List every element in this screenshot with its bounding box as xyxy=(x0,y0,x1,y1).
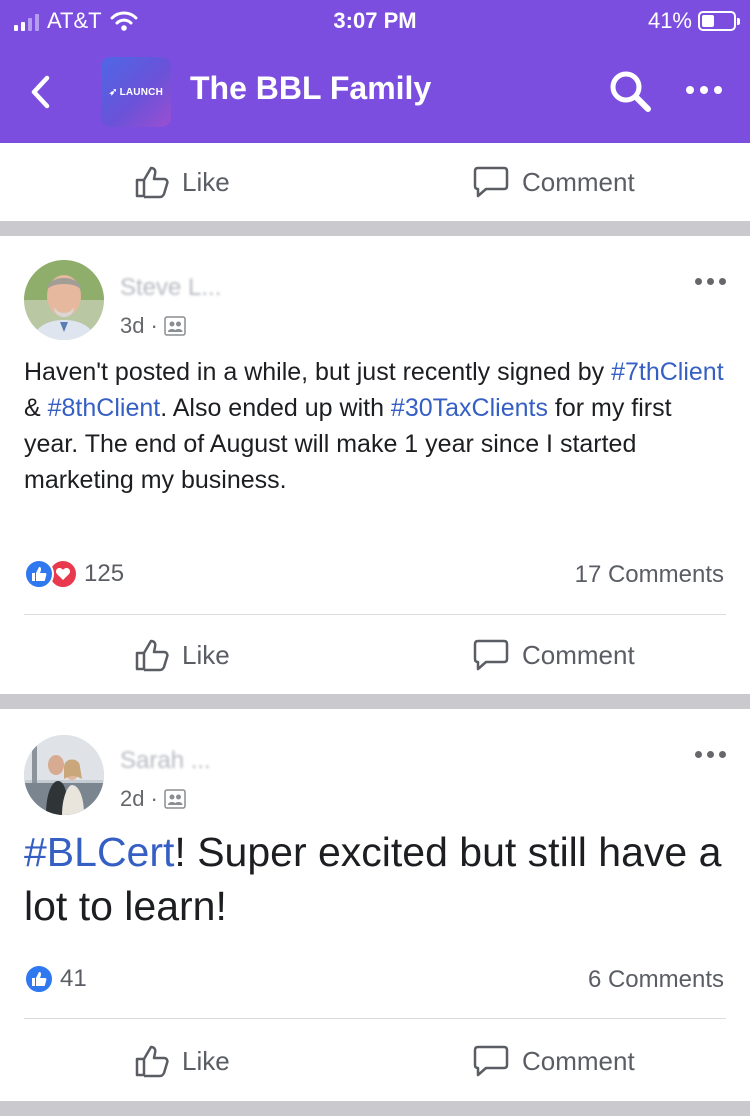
thumbs-up-icon xyxy=(135,166,169,199)
nav-bar: ➶ LAUNCH The BBL Family xyxy=(0,40,750,143)
action-bar: Like Comment xyxy=(0,616,750,694)
hashtag-link[interactable]: #7thClient xyxy=(611,358,724,386)
post-meta: 2d · xyxy=(120,786,186,812)
thumbs-up-icon xyxy=(135,639,169,672)
reaction-count: 125 xyxy=(84,560,125,587)
thumbs-up-icon xyxy=(135,1045,169,1078)
comment-bubble-icon xyxy=(473,166,509,198)
post-card: Sarah ... 2d · #BLCert! Super excited bu… xyxy=(0,709,750,1101)
post-time[interactable]: 2d xyxy=(120,786,144,812)
reaction-icons xyxy=(24,964,54,994)
reaction-summary[interactable]: 125 xyxy=(24,559,124,589)
author-name[interactable]: Steve L... xyxy=(120,274,221,302)
group-title[interactable]: The BBL Family xyxy=(190,70,431,107)
reaction-summary[interactable]: 41 xyxy=(24,964,87,994)
comment-bubble-icon xyxy=(473,639,509,671)
group-avatar[interactable]: ➶ LAUNCH xyxy=(101,57,171,127)
comment-button[interactable]: Comment xyxy=(472,1022,635,1100)
group-members-icon xyxy=(164,316,186,336)
post-time[interactable]: 3d xyxy=(120,313,144,339)
group-avatar-text: LAUNCH xyxy=(119,86,163,98)
previous-post-card: Like Comment xyxy=(0,143,750,221)
like-button[interactable]: Like xyxy=(134,143,230,221)
post-text: #BLCert! Super excited but still have a … xyxy=(24,825,726,933)
comment-label: Comment xyxy=(522,639,635,670)
more-icon[interactable] xyxy=(686,86,722,94)
app-header: AT&T 3:07 PM 41% ➶ LAUNCH The BBL Family xyxy=(0,0,750,143)
rocket-icon: ➶ xyxy=(108,86,118,98)
battery-fill xyxy=(702,15,715,27)
comment-button[interactable]: Comment xyxy=(472,143,635,221)
comment-label: Comment xyxy=(522,1045,635,1076)
like-button[interactable]: Like xyxy=(134,616,230,694)
like-button[interactable]: Like xyxy=(134,1022,230,1100)
post-text: Haven't posted in a while, but just rece… xyxy=(24,354,726,498)
hashtag-link[interactable]: #BLCert xyxy=(24,829,174,875)
search-button[interactable] xyxy=(607,68,653,114)
status-right: 41% xyxy=(647,8,740,34)
reaction-count: 41 xyxy=(60,965,87,992)
battery-percent: 41% xyxy=(647,8,692,33)
like-label: Like xyxy=(182,1045,230,1076)
meta-separator: · xyxy=(150,786,158,811)
action-bar: Like Comment xyxy=(0,143,750,221)
post-meta: 3d · xyxy=(120,313,186,339)
author-avatar[interactable] xyxy=(24,735,104,815)
text-segment: Haven't posted in a while, but just rece… xyxy=(24,358,612,386)
hashtag-link[interactable]: #8thClient xyxy=(48,394,161,422)
hashtag-link[interactable]: #30TaxClients xyxy=(391,394,548,422)
comment-button[interactable]: Comment xyxy=(472,616,635,694)
comments-count-link[interactable]: 17 Comments xyxy=(575,561,724,589)
divider xyxy=(24,1018,726,1019)
like-label: Like xyxy=(182,639,230,670)
status-bar: AT&T 3:07 PM 41% xyxy=(0,0,750,40)
text-segment: . Also ended up with xyxy=(160,394,391,422)
back-button[interactable] xyxy=(20,70,60,114)
comment-label: Comment xyxy=(522,166,635,197)
post-options-icon[interactable] xyxy=(695,751,726,758)
meta-separator: · xyxy=(150,313,158,338)
battery-icon xyxy=(698,11,740,31)
author-avatar[interactable] xyxy=(24,260,104,340)
text-segment: & xyxy=(24,394,48,422)
like-label: Like xyxy=(182,166,230,197)
divider xyxy=(24,614,726,615)
post-options-icon[interactable] xyxy=(695,278,726,285)
like-reaction-icon xyxy=(24,964,54,994)
comment-bubble-icon xyxy=(473,1045,509,1077)
group-members-icon xyxy=(164,789,186,809)
action-bar: Like Comment xyxy=(0,1022,750,1100)
post-card: Steve L... 3d · Haven't posted in a whil… xyxy=(0,236,750,694)
comments-count-link[interactable]: 6 Comments xyxy=(588,966,724,994)
back-chevron-icon xyxy=(31,75,50,109)
status-time: 3:07 PM xyxy=(333,8,417,33)
like-reaction-icon xyxy=(24,559,54,589)
search-icon xyxy=(610,71,651,112)
author-name[interactable]: Sarah ... xyxy=(120,747,211,775)
reaction-icons xyxy=(24,559,78,589)
